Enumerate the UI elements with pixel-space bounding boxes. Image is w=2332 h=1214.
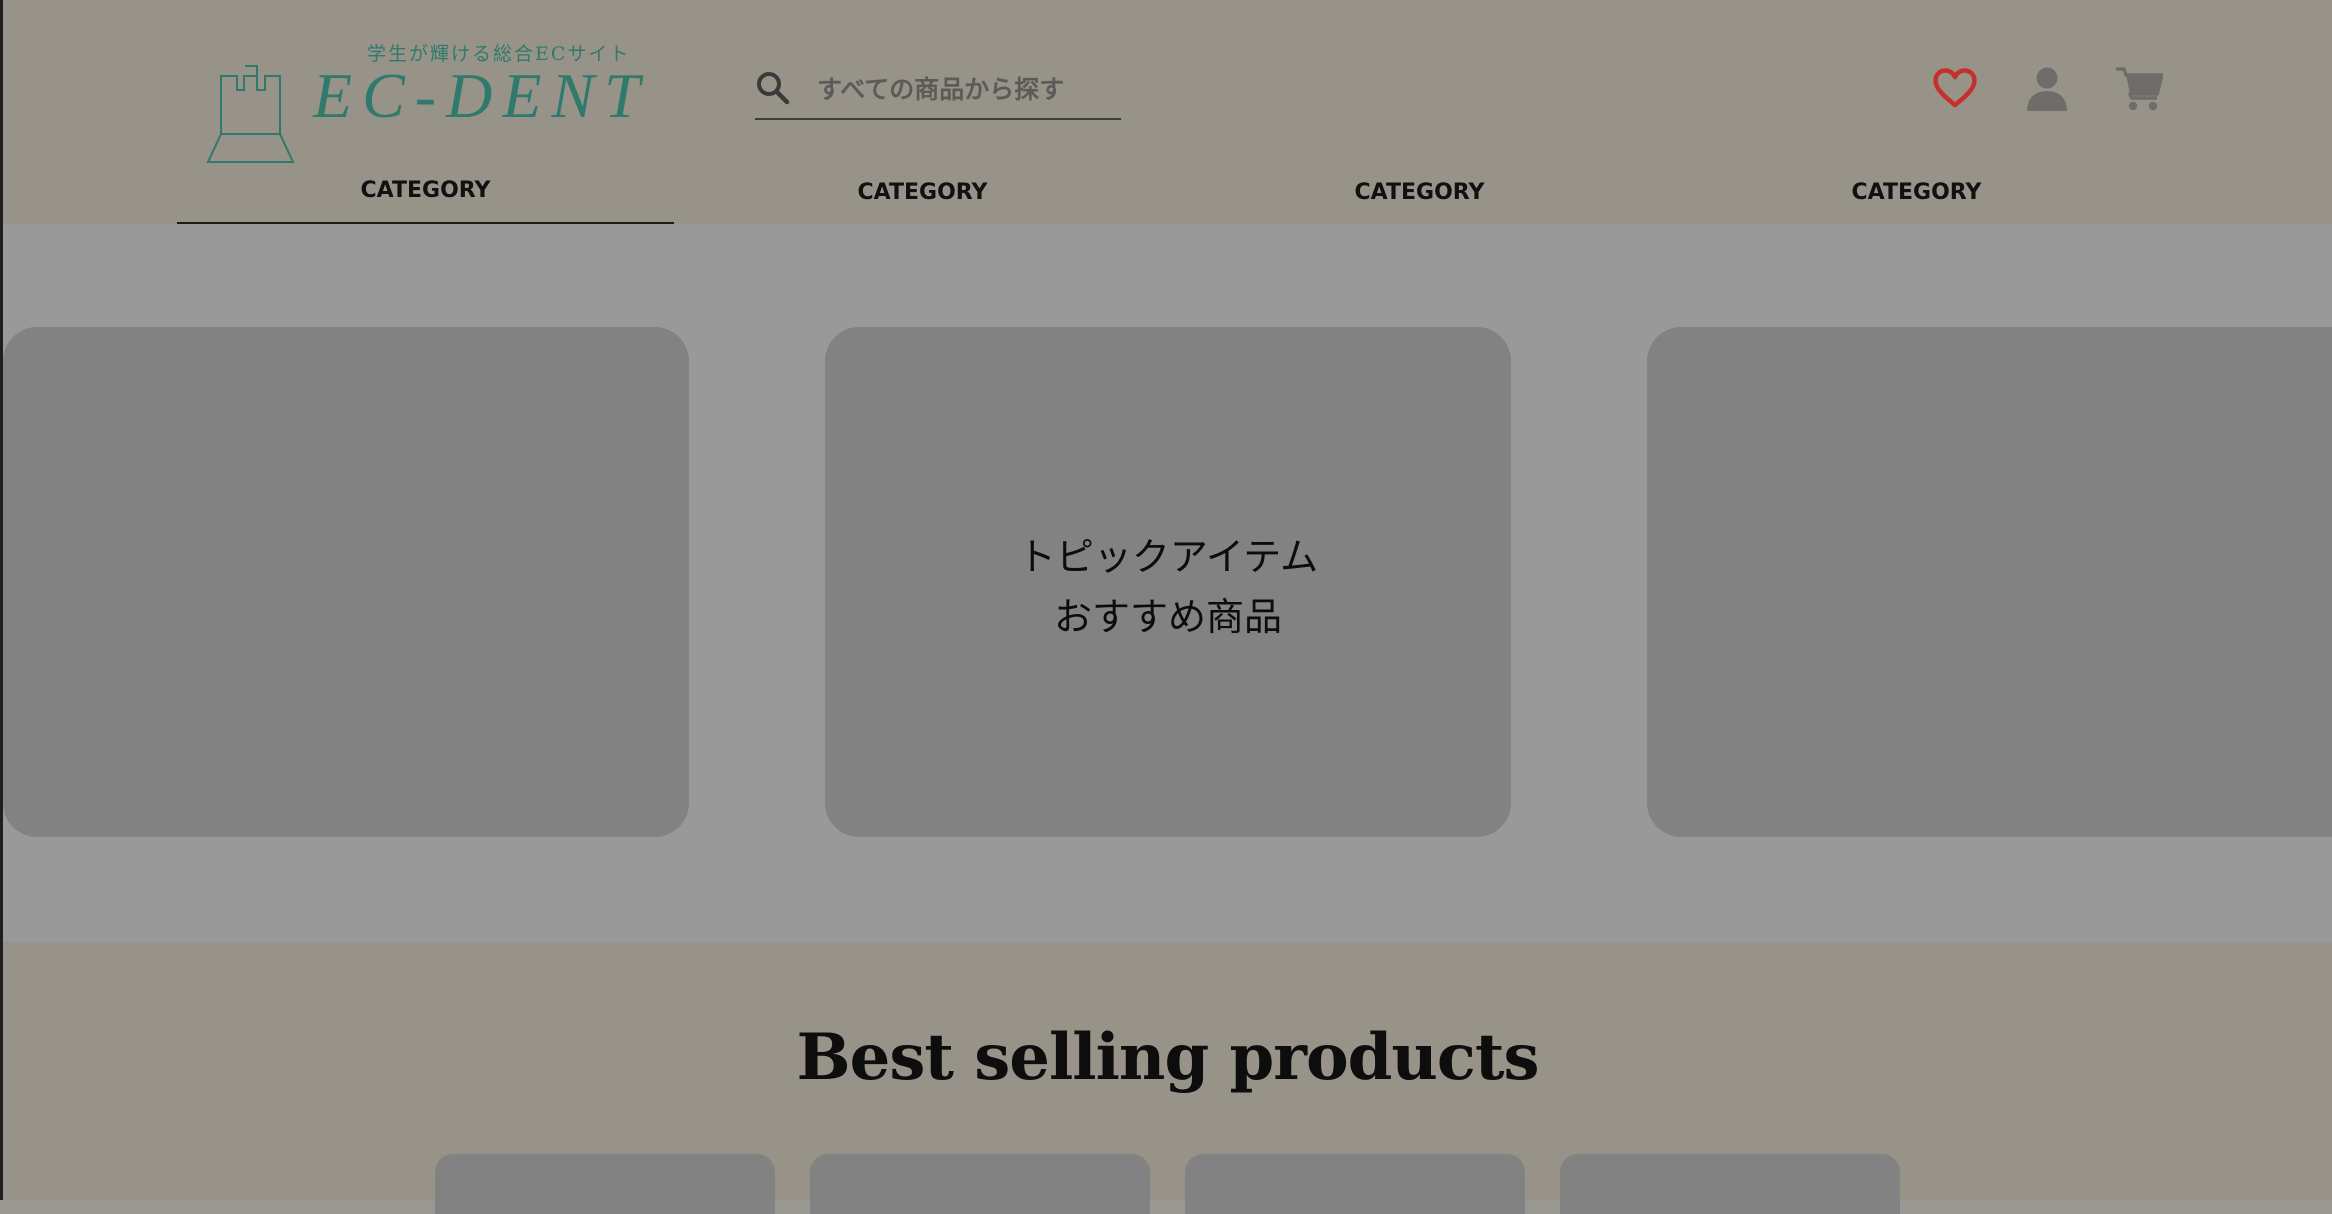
search-bar xyxy=(755,66,1121,120)
site-logo[interactable]: 学生が輝ける総合ECサイト EC-DENT xyxy=(205,34,675,163)
account-button[interactable] xyxy=(2023,64,2071,112)
slide-title: トピックアイテム xyxy=(1017,535,1319,579)
carousel-slide-center[interactable]: トピックアイテム おすすめ商品 xyxy=(825,327,1511,837)
search-input[interactable] xyxy=(817,70,1117,108)
search-icon[interactable] xyxy=(755,70,791,106)
nav-tab-category-3[interactable]: CATEGORY xyxy=(1171,176,1668,222)
category-nav: CATEGORY CATEGORY CATEGORY CATEGORY xyxy=(177,176,2165,225)
user-icon xyxy=(2027,67,2067,111)
nav-tab-category-4[interactable]: CATEGORY xyxy=(1668,176,2165,222)
nav-tab-category-2[interactable]: CATEGORY xyxy=(674,176,1171,222)
product-card[interactable] xyxy=(435,1154,775,1214)
best-selling-title: Best selling products xyxy=(796,1020,1540,1095)
carousel-slide-right[interactable] xyxy=(1647,327,2332,837)
product-card[interactable] xyxy=(1560,1154,1900,1214)
heart-icon xyxy=(1933,68,1977,108)
product-card[interactable] xyxy=(1185,1154,1525,1214)
best-selling-section: Best selling products xyxy=(3,942,2332,1214)
cart-button[interactable] xyxy=(2115,64,2164,112)
cart-icon xyxy=(2116,67,2164,111)
topic-carousel: トピックアイテム おすすめ商品 xyxy=(3,224,2332,942)
nav-tab-category-1[interactable]: CATEGORY xyxy=(177,176,674,225)
favorites-button[interactable] xyxy=(1931,64,1979,112)
logo-wordmark: EC-DENT xyxy=(313,60,650,131)
site-header: 学生が輝ける総合ECサイト EC-DENT CATEGORY CATEGORY … xyxy=(3,0,2332,225)
product-card[interactable] xyxy=(810,1154,1150,1214)
slide-subtitle: おすすめ商品 xyxy=(1053,595,1282,639)
building-icon xyxy=(206,65,295,163)
carousel-slide-left[interactable] xyxy=(3,327,689,837)
